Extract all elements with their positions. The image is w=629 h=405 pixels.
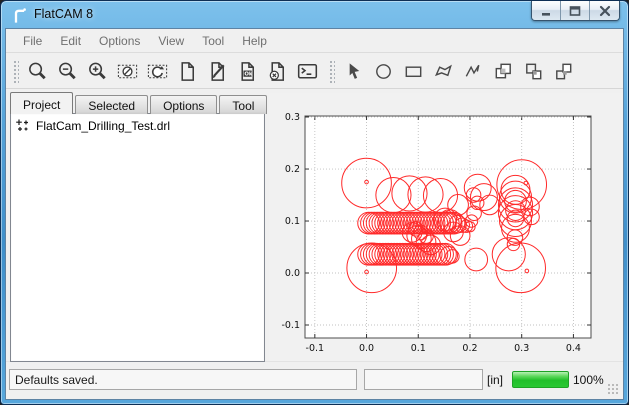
- axes-frame: [305, 116, 591, 338]
- tab-bar: ProjectSelectedOptionsTool: [10, 92, 269, 114]
- y-tick-label: 0.0: [285, 268, 300, 279]
- clear-plot-icon: [116, 60, 139, 83]
- toolbar-group: [338, 57, 578, 85]
- x-tick-label: 0.0: [359, 343, 374, 354]
- minimize-icon: [539, 5, 553, 17]
- plot-area[interactable]: -0.1 0.0 0.1 0.2 0.3 0.4 -0.1 0.0 0.1 0.2 0.3: [269, 93, 624, 364]
- tab-options[interactable]: Options: [150, 95, 217, 114]
- zoom-in-button[interactable]: [82, 57, 112, 85]
- window-title: FlatCAM 8: [34, 7, 93, 21]
- client-area: FileEditOptionsViewToolHelp Ok ProjectSe…: [5, 28, 624, 400]
- menu-item-file[interactable]: File: [14, 30, 51, 52]
- delete-object-button[interactable]: [262, 57, 292, 85]
- maximize-button[interactable]: [561, 1, 590, 20]
- tree-item-drill-object[interactable]: FlatCam_Drilling_Test.drl: [11, 114, 264, 135]
- save-project-button[interactable]: Ok: [232, 57, 262, 85]
- draw-polygon-icon: [432, 60, 455, 83]
- minimize-button[interactable]: [532, 1, 561, 20]
- polygon-move-icon: [552, 60, 575, 83]
- close-button[interactable]: [590, 1, 619, 20]
- tab-project[interactable]: Project: [10, 92, 73, 114]
- status-message: Defaults saved.: [9, 369, 357, 390]
- polygon-copy-button[interactable]: [518, 57, 548, 85]
- toolbar: Ok: [6, 54, 623, 89]
- zoom-out-button[interactable]: [52, 57, 82, 85]
- select-tool-button[interactable]: [338, 57, 368, 85]
- menu-bar: FileEditOptionsViewToolHelp: [6, 29, 623, 53]
- shell-icon: [296, 60, 319, 83]
- toolbar-grip[interactable]: [328, 59, 335, 83]
- draw-path-icon: [462, 60, 485, 83]
- resize-grip[interactable]: [607, 383, 619, 395]
- toolbar-group: Ok: [22, 57, 322, 85]
- polygon-union-icon: [492, 60, 515, 83]
- window-controls: [531, 1, 620, 21]
- units-label: [in]: [487, 373, 503, 387]
- y-tick-label: 0.1: [285, 216, 300, 227]
- draw-polygon-button[interactable]: [428, 57, 458, 85]
- status-field: [364, 369, 483, 390]
- draw-circle-icon: [372, 60, 395, 83]
- tab-selected[interactable]: Selected: [75, 95, 148, 114]
- svg-text:Ok: Ok: [244, 71, 253, 77]
- shell-button[interactable]: [292, 57, 322, 85]
- x-tick-label: 0.3: [514, 343, 529, 354]
- tab-tool[interactable]: Tool: [219, 95, 267, 114]
- drill-object-icon: [15, 118, 30, 133]
- flatcam-logo-icon: [10, 6, 28, 24]
- toolbar-grip[interactable]: [12, 59, 19, 83]
- replot-icon: [146, 60, 169, 83]
- x-tick-label: 0.1: [411, 343, 426, 354]
- draw-rectangle-icon: [402, 60, 425, 83]
- delete-object-icon: [266, 60, 289, 83]
- progress-bar: [512, 371, 569, 388]
- zoom-fit-icon: [26, 60, 49, 83]
- zoom-in-icon: [86, 60, 109, 83]
- draw-rectangle-button[interactable]: [398, 57, 428, 85]
- polygon-union-button[interactable]: [488, 57, 518, 85]
- drill-plot[interactable]: -0.1 0.0 0.1 0.2 0.3 0.4 -0.1 0.0 0.1 0.2 0.3: [269, 93, 624, 364]
- draw-path-button[interactable]: [458, 57, 488, 85]
- status-bar: Defaults saved. [in] 100%: [6, 361, 623, 399]
- new-project-button[interactable]: [172, 57, 202, 85]
- title-bar[interactable]: FlatCAM 8: [1, 1, 628, 28]
- new-project-icon: [176, 60, 199, 83]
- maximize-icon: [568, 5, 582, 17]
- project-panel[interactable]: FlatCam_Drilling_Test.drl: [10, 113, 265, 362]
- open-project-button[interactable]: [202, 57, 232, 85]
- x-tick-label: 0.2: [462, 343, 477, 354]
- replot-button[interactable]: [142, 57, 172, 85]
- app-window: FlatCAM 8 FileEditOptionsViewToolHelp Ok…: [0, 0, 629, 405]
- open-project-icon: [206, 60, 229, 83]
- clear-plot-button[interactable]: [112, 57, 142, 85]
- tree-item-label: FlatCam_Drilling_Test.drl: [36, 119, 170, 133]
- polygon-move-button[interactable]: [548, 57, 578, 85]
- x-tick-label: -0.1: [306, 343, 325, 354]
- menu-item-help[interactable]: Help: [233, 30, 276, 52]
- menu-item-options[interactable]: Options: [90, 30, 149, 52]
- y-tick-label: 0.3: [285, 112, 300, 123]
- x-tick-label: 0.4: [566, 343, 581, 354]
- close-icon: [598, 5, 612, 17]
- y-tick-label: -0.1: [281, 320, 300, 331]
- zoom-fit-button[interactable]: [22, 57, 52, 85]
- zoom-out-icon: [56, 60, 79, 83]
- polygon-copy-icon: [522, 60, 545, 83]
- progress-percent-label: 100%: [573, 373, 604, 387]
- menu-item-tool[interactable]: Tool: [193, 30, 233, 52]
- menu-item-view[interactable]: View: [149, 30, 193, 52]
- menu-item-edit[interactable]: Edit: [51, 30, 90, 52]
- save-project-icon: Ok: [236, 60, 259, 83]
- select-tool-icon: [342, 60, 365, 83]
- y-tick-label: 0.2: [285, 164, 300, 175]
- draw-circle-button[interactable]: [368, 57, 398, 85]
